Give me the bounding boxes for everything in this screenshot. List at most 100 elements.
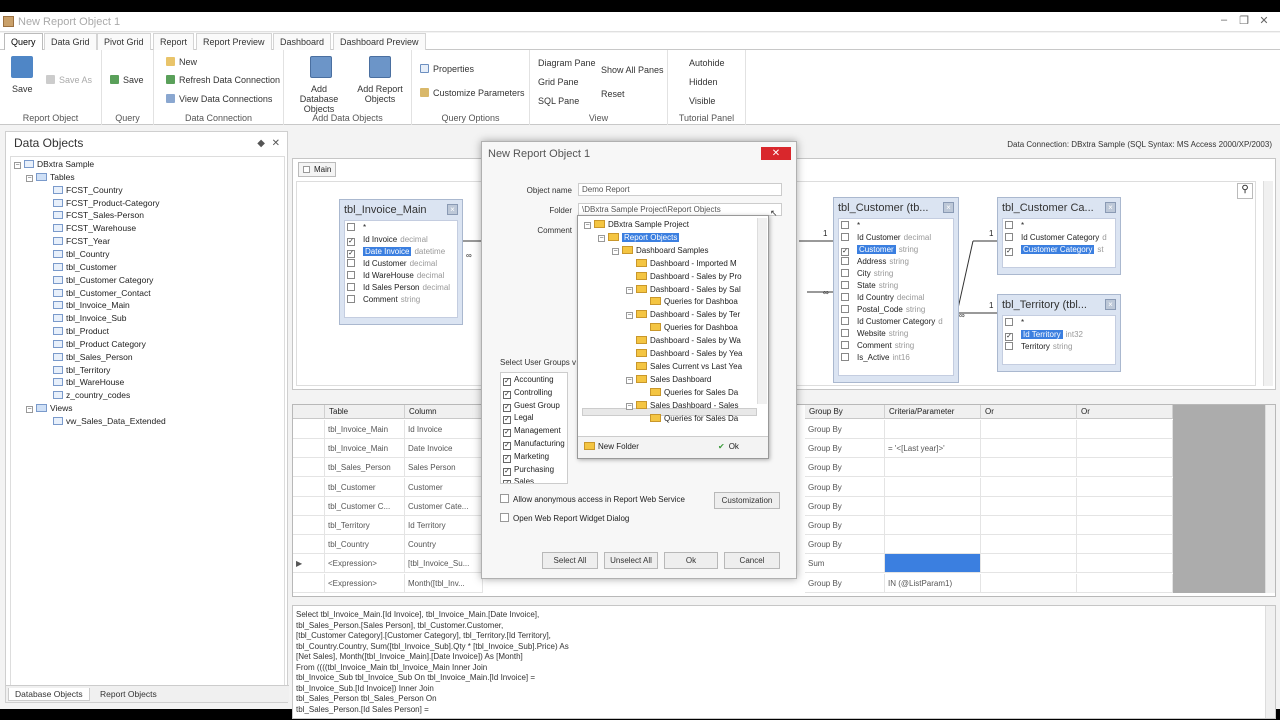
tab-report-preview[interactable]: Report Preview [196,33,272,50]
group-checkbox[interactable]: ✓ [503,480,511,483]
field-checkbox[interactable] [841,233,849,241]
add-database-objects-button[interactable]: Add Database Objects [293,84,345,114]
field-checkbox[interactable] [841,353,849,361]
diagram-table[interactable]: tbl_Invoice_Main × * ✓ Id Invoice decimal ✓ Dat… [339,199,463,325]
diagram-table[interactable]: tbl_Customer (tb... × * Id Customer decimal ✓… [833,197,959,383]
expand-icon[interactable]: − [626,402,633,410]
folder-tree-node[interactable]: − Dashboard - Sales by Ter [626,310,740,320]
add-report-objects-button[interactable]: Add Report Objects [354,84,406,104]
grid-cell[interactable]: tbl_Sales_Person [325,458,405,478]
field-checkbox[interactable] [841,341,849,349]
group-checkbox[interactable]: ✓ [503,390,511,399]
grid-row-selector[interactable] [293,458,325,478]
sql-pane-button[interactable]: SQL Pane [538,96,579,106]
grid-cell[interactable]: Group By [805,573,885,593]
diagram-field[interactable]: Id Customer decimal [347,259,457,271]
customization-button[interactable]: Customization [714,492,780,509]
anonymous-access-checkbox[interactable]: Allow anonymous access in Report Web Ser… [500,494,685,504]
diagram-field[interactable]: ✓ Date Invoice datetime [347,247,457,259]
grid-cell[interactable]: Month([tbl_Inv... [405,573,483,593]
field-checkbox[interactable]: ✓ [347,238,355,246]
grid-column-header[interactable]: Column [405,405,483,419]
field-checkbox[interactable] [1005,342,1013,350]
field-checkbox[interactable] [841,317,849,325]
tab-query[interactable]: Query [4,33,43,50]
field-checkbox[interactable] [347,259,355,267]
sql-pane[interactable]: Select tbl_Invoice_Main.[Id Invoice], tb… [292,605,1276,719]
object-name-field[interactable]: Demo Report [578,183,782,196]
expand-icon[interactable]: − [14,162,21,169]
group-checkbox[interactable]: ✓ [503,442,511,450]
tree-item-table[interactable]: tbl_Product [53,326,109,336]
grid-cell[interactable] [885,535,981,555]
user-group-item[interactable]: ✓ Legal [503,413,534,425]
diagram-field[interactable]: * [1005,318,1115,330]
save-button[interactable]: Save [12,84,33,94]
field-checkbox[interactable]: ✓ [347,250,355,258]
grid-cell[interactable] [885,554,981,574]
grid-cell[interactable] [1077,535,1173,555]
grid-cell[interactable] [885,420,981,439]
grid-cell[interactable] [1077,477,1173,497]
field-checkbox[interactable] [1005,233,1013,241]
tab-report-objects[interactable]: Report Objects [94,688,163,700]
table-close-icon[interactable]: × [447,204,458,215]
grid-cell[interactable]: Sales Person [405,458,483,478]
diagram-field[interactable]: Address string [841,257,953,269]
field-checkbox[interactable] [841,329,849,337]
diagram-field[interactable]: * [347,223,457,235]
close-panel-icon[interactable]: ✕ [272,138,280,149]
grid-cell[interactable]: Date Invoice [405,439,483,459]
autohide-button[interactable]: Autohide [689,58,725,68]
tree-item-table[interactable]: tbl_Invoice_Main [53,300,130,310]
diagram-pane-button[interactable]: Diagram Pane [538,58,596,68]
user-group-item[interactable]: ✓ Manufacturing [503,439,565,450]
properties-button[interactable]: Properties [420,64,474,74]
grid-cell[interactable]: Customer [405,477,483,497]
field-checkbox[interactable]: ✓ [1005,248,1013,256]
diagram-table[interactable]: tbl_Customer Ca... × * Id Customer Category… [997,197,1121,275]
tab-data-grid[interactable]: Data Grid [44,33,97,50]
grid-row-selector[interactable] [293,573,325,593]
field-checkbox[interactable] [347,223,355,231]
folder-tree-node[interactable]: Dashboard - Sales by Pro [626,271,742,281]
checkbox[interactable] [500,513,509,522]
visible-button[interactable]: Visible [689,96,715,106]
grid-cell[interactable]: Id Invoice [405,420,483,439]
diagram-field[interactable]: * [841,221,953,233]
grid-cell[interactable]: <Expression> [325,573,405,593]
field-checkbox[interactable] [841,281,849,289]
grid-cell[interactable] [981,477,1077,497]
field-checkbox[interactable] [1005,318,1013,326]
grid-cell[interactable] [1077,420,1173,439]
tree-item-view[interactable]: vw_Sales_Data_Extended [53,416,166,426]
unselect-all-button[interactable]: Unselect All [604,552,658,569]
grid-cell[interactable]: Group By [805,458,885,478]
grid-cell[interactable]: tbl_Territory [325,516,405,535]
customize-parameters-button[interactable]: Customize Parameters [420,88,525,98]
user-group-item[interactable]: ✓ Accounting [503,375,554,386]
tree-item-table[interactable]: tbl_Customer Category [53,275,153,285]
grid-row-selector[interactable] [293,439,325,459]
user-group-item[interactable]: ✓ Management [503,426,561,438]
grid-cell[interactable] [981,458,1077,478]
expand-icon[interactable]: − [612,247,619,255]
refresh-connection-button[interactable]: Refresh Data Connection [166,75,280,85]
checkbox[interactable] [500,494,509,503]
grid-cell[interactable] [981,420,1077,439]
tree-node-views[interactable]: − Views [26,403,73,414]
tree-item-table[interactable]: tbl_Product Category [53,339,146,349]
web-widget-checkbox[interactable]: Open Web Report Widget Dialog [500,513,629,523]
group-checkbox[interactable]: ✓ [503,416,511,425]
expand-icon[interactable]: − [26,406,33,414]
grid-column-header[interactable]: Criteria/Parameter [885,405,981,419]
group-checkbox[interactable]: ✓ [503,403,511,412]
grid-column-header[interactable]: Or [981,405,1077,419]
folder-tree-node[interactable]: Queries for Dashboa [640,323,738,332]
minimize-icon[interactable]: – [1216,14,1232,28]
grid-cell[interactable] [981,535,1077,555]
grid-cell[interactable]: IN (@ListParam1) [885,573,981,593]
user-group-item[interactable]: ✓ Purchasing [503,465,554,476]
save-as-button[interactable]: Save As [46,75,92,85]
hidden-button[interactable]: Hidden [689,77,718,87]
